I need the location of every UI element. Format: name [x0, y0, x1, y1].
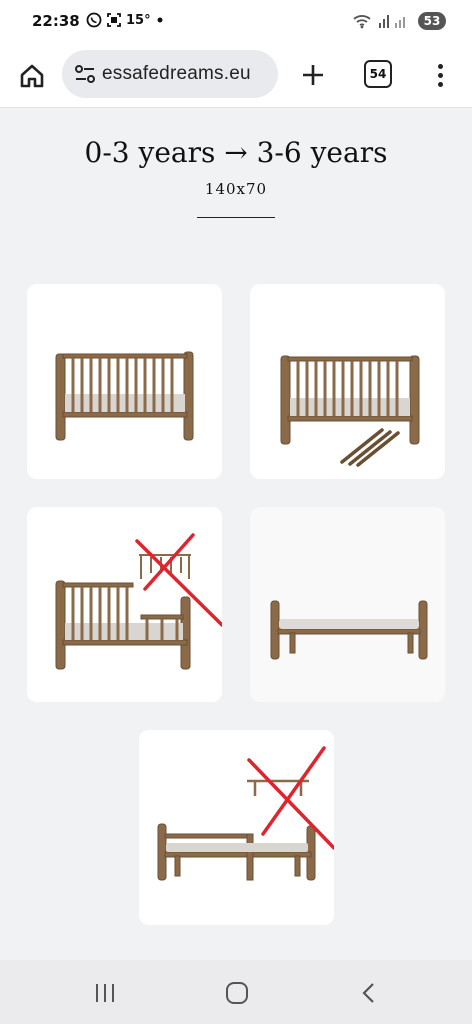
size-label: 140x70	[204, 180, 268, 198]
home-nav-icon	[226, 982, 248, 1004]
crib-parts-image	[280, 355, 420, 467]
signal-icon	[379, 15, 405, 28]
page-heading: 0-3 years → 3-6 years	[84, 136, 388, 169]
system-nav-bar	[0, 960, 472, 1024]
card-crib-assembled[interactable]	[27, 284, 222, 479]
url-text[interactable]: essafedreams.eu	[102, 63, 270, 85]
status-icons-left: 15°	[86, 12, 165, 28]
card-crib-side-panel-removed[interactable]	[27, 507, 222, 702]
back-icon	[362, 983, 374, 1003]
card-bench-sofa[interactable]	[250, 507, 445, 702]
browser-toolbar: essafedreams.eu 54	[0, 44, 472, 108]
crib-image	[55, 351, 194, 441]
bench-image	[270, 600, 428, 660]
status-icons-right: 53	[352, 12, 446, 30]
screenshot-icon	[107, 13, 121, 27]
whatsapp-icon	[86, 12, 102, 28]
recent-apps-icon	[96, 984, 114, 1002]
new-tab-icon	[303, 65, 323, 85]
battery-indicator: 53	[418, 12, 446, 30]
home-nav-button[interactable]	[222, 978, 252, 1008]
back-button[interactable]	[354, 978, 384, 1008]
temperature: 15°	[126, 12, 151, 28]
status-bar: 22:38 15° 53	[0, 0, 472, 44]
home-icon	[20, 64, 44, 88]
heading-divider	[197, 217, 275, 218]
home-button[interactable]	[16, 60, 48, 92]
recent-apps-button[interactable]	[90, 978, 120, 1008]
address-bar[interactable]: essafedreams.eu	[62, 50, 278, 98]
menu-icon	[437, 63, 443, 69]
tab-switcher-button[interactable]: 54	[364, 60, 392, 88]
site-settings-icon[interactable]	[74, 63, 96, 85]
card-crib-with-removed-bars[interactable]	[250, 284, 445, 479]
junior-bed-image	[157, 746, 334, 881]
wifi-icon	[353, 15, 371, 29]
status-time: 22:38	[32, 12, 80, 30]
new-tab-button[interactable]	[298, 60, 328, 90]
dot-icon	[157, 17, 163, 23]
crib-no-side-image	[55, 523, 222, 670]
card-junior-bed-extended[interactable]	[139, 730, 334, 925]
menu-button[interactable]	[430, 60, 450, 90]
